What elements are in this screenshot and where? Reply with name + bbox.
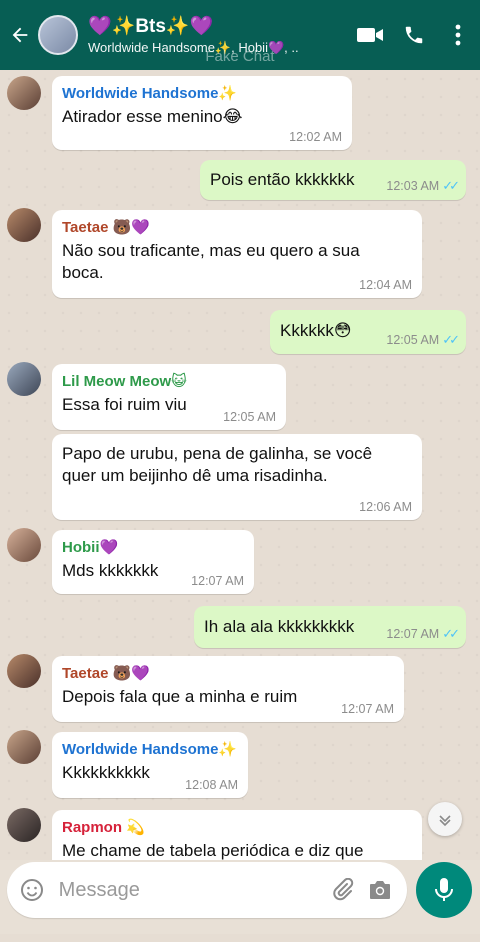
message-bubble[interactable]: Kkkkkk😳 12:05 AM ✓✓ [270, 310, 466, 354]
message-bubble[interactable]: Lil Meow Meow😺 Essa foi ruim viu 12:05 A… [52, 364, 286, 430]
sender-name: Hobii💜 [62, 539, 119, 556]
sender-name: Worldwide Handsome✨ [62, 741, 238, 758]
message-composer [7, 862, 407, 918]
avatar[interactable] [7, 528, 41, 562]
emoji-icon[interactable] [13, 862, 51, 918]
message-time: 12:08 AM [185, 778, 238, 792]
read-ticks-icon: ✓✓ [442, 178, 460, 193]
watermark: Fake Chat [205, 48, 275, 65]
sender-name: Lil Meow Meow😺 [62, 373, 187, 390]
sender-name: Taetae 🐻💜 [62, 665, 150, 682]
avatar[interactable] [7, 654, 41, 688]
message-bubble[interactable]: Hobii💜 Mds kkkkkkk 12:07 AM [52, 530, 254, 594]
scroll-down-button[interactable] [428, 802, 462, 836]
message-bubble[interactable]: Pois então kkkkkkk 12:03 AM ✓✓ [200, 160, 466, 200]
message-time: 12:03 AM ✓✓ [386, 178, 460, 194]
camera-icon[interactable] [361, 862, 399, 918]
chat-header: 💜✨Bts✨💜 Worldwide Handsome✨, Hobii💜, .. … [0, 0, 480, 70]
message-bubble[interactable]: Worldwide Handsome✨ Kkkkkkkkkk 12:08 AM [52, 732, 248, 798]
message-bubble[interactable]: Papo de urubu, pena de galinha, se você … [52, 434, 422, 520]
read-ticks-icon: ✓✓ [442, 626, 460, 641]
message-time-value: 12:03 AM [386, 179, 440, 193]
message-time-value: 12:07 AM [386, 627, 440, 641]
message-text: Me chame de tabela periódica e diz que [62, 841, 364, 860]
avatar[interactable] [7, 730, 41, 764]
mic-icon [435, 878, 453, 901]
avatar[interactable] [7, 208, 41, 242]
message-text: Papo de urubu, pena de galinha, se você … [62, 444, 373, 485]
sender-name: Taetae 🐻💜 [62, 219, 150, 236]
sender-name: Worldwide Handsome✨ [62, 85, 238, 102]
message-bubble[interactable]: Worldwide Handsome✨ Atirador esse menino… [52, 76, 352, 150]
sender-name: Rapmon 💫 [62, 819, 145, 836]
message-time: 12:05 AM ✓✓ [386, 332, 460, 348]
message-bubble[interactable]: Ih ala ala kkkkkkkkk 12:07 AM ✓✓ [194, 606, 466, 648]
mic-button[interactable] [416, 862, 472, 918]
message-bubble[interactable]: Taetae 🐻💜 Depois fala que a minha e ruim… [52, 656, 404, 722]
message-bubble[interactable]: Rapmon 💫 Me chame de tabela periódica e … [52, 810, 422, 860]
message-time: 12:07 AM ✓✓ [386, 626, 460, 642]
message-time: 12:06 AM [359, 500, 412, 514]
message-text: Não sou traficante, mas eu quero a sua b… [62, 241, 360, 282]
message-time: 12:07 AM [191, 574, 244, 588]
chat-title: 💜✨Bts✨💜 [88, 16, 214, 37]
message-text: Atirador esse menino😂 [62, 107, 243, 126]
chat-area[interactable]: Worldwide Handsome✨ Atirador esse menino… [0, 70, 480, 860]
read-ticks-icon: ✓✓ [442, 332, 460, 347]
chevron-down-icon [439, 815, 451, 827]
avatar[interactable] [7, 362, 41, 396]
message-time: 12:07 AM [341, 702, 394, 716]
message-time: 12:04 AM [359, 278, 412, 292]
avatar[interactable] [7, 76, 41, 110]
bottom-strip [0, 934, 480, 942]
paperclip-icon[interactable] [324, 862, 362, 918]
message-time-value: 12:05 AM [386, 333, 440, 347]
message-time: 12:02 AM [289, 130, 342, 144]
message-bubble[interactable]: Taetae 🐻💜 Não sou traficante, mas eu que… [52, 210, 422, 298]
avatar[interactable] [7, 808, 41, 842]
message-input[interactable] [58, 878, 324, 902]
message-time: 12:05 AM [223, 410, 276, 424]
